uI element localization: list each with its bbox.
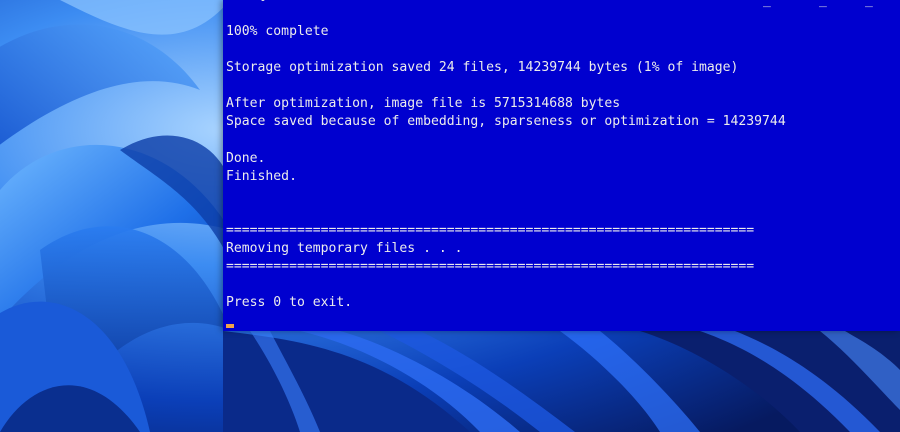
console-line: Storage optimization saved 24 files, 142… <box>226 60 739 76</box>
exit-prompt: Press 0 to exit. <box>226 295 353 311</box>
console-window[interactable]: • _ _ _ 100% complete Storage optimizatio… <box>223 0 900 331</box>
console-line: After optimization, image file is 571531… <box>226 96 621 112</box>
close-icon[interactable]: _ <box>865 0 873 7</box>
console-line: Finished. <box>226 168 297 184</box>
separator-line: ========================================… <box>226 259 755 275</box>
console-line: Done. <box>226 150 266 166</box>
console-line: Space saved because of embedding, sparse… <box>226 114 786 130</box>
title-fragment-icon: • <box>259 0 267 8</box>
console-output: 100% complete Storage optimization saved … <box>226 23 786 313</box>
title-bar[interactable]: • _ _ _ <box>223 0 900 8</box>
text-cursor <box>226 324 234 328</box>
maximize-icon[interactable]: _ <box>819 0 827 7</box>
console-line: 100% complete <box>226 24 329 39</box>
minimize-icon[interactable]: _ <box>763 0 771 7</box>
separator-line: ========================================… <box>226 223 755 239</box>
console-line: Removing temporary files . . . <box>226 241 463 257</box>
